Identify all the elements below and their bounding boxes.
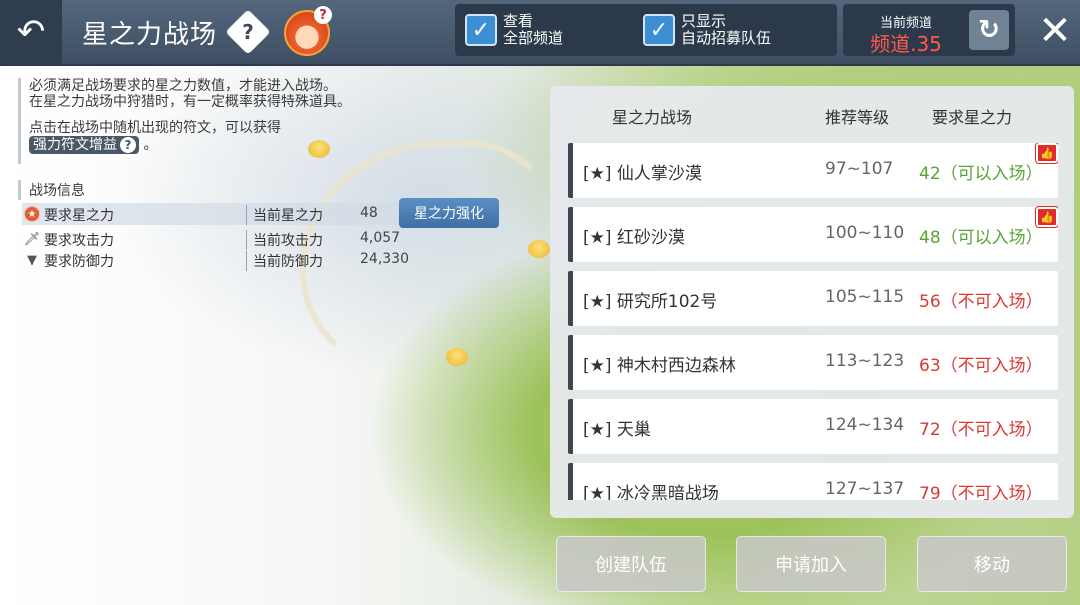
create-party-button[interactable]: 创建队伍 xyxy=(556,536,706,592)
battlefield-row[interactable]: [★] 仙人掌沙漠 97~107 42（可以入场） 👍 xyxy=(568,143,1058,198)
checkbox-checked-icon: ✓ xyxy=(643,14,675,46)
current-attack: 4,057 xyxy=(360,230,401,246)
help-icon[interactable]: ? xyxy=(225,9,271,55)
battlefield-row[interactable]: [★] 神木村西边森林 113~123 63（不可入场） xyxy=(568,335,1058,390)
battlefield-list[interactable]: [★] 仙人掌沙漠 97~107 42（可以入场） 👍 [★] 红砂沙漠 100… xyxy=(568,143,1058,500)
refresh-button[interactable]: ↻ xyxy=(969,10,1009,50)
sword-icon: 🗡 xyxy=(23,231,41,247)
channel-panel: 当前频道 频道.35 ↻ xyxy=(843,4,1015,56)
current-star-force: 48 xyxy=(360,205,378,221)
column-header-level: 推荐等级 xyxy=(825,108,890,127)
shield-icon: ▼ xyxy=(27,252,37,268)
help-icon: ? xyxy=(120,137,136,153)
description-line: 在星之力战场中狩猎时，有一定概率获得特殊道具。 xyxy=(29,94,351,110)
rune-buff-chip[interactable]: 强力符文增益? xyxy=(29,136,139,154)
map-node xyxy=(528,240,550,258)
apply-join-button[interactable]: 申请加入 xyxy=(736,536,886,592)
battlefield-row[interactable]: [★] 红砂沙漠 100~110 48（可以入场） 👍 xyxy=(568,207,1058,262)
star-force-enhance-button[interactable]: 星之力强化 xyxy=(399,198,499,228)
top-bar: ↶ 星之力战场 ? ✓ 查看 全部频道 ✓ 只显示 自动招募队伍 当前频道 频道… xyxy=(0,0,1080,66)
star-force-icon: ★ xyxy=(24,206,40,222)
battlefield-panel: 星之力战场 推荐等级 要求星之力 [★] 仙人掌沙漠 97~107 42（可以入… xyxy=(550,86,1074,518)
close-button[interactable]: ✕ xyxy=(1030,6,1080,56)
thumbs-up-icon: 👍 xyxy=(1036,207,1058,227)
back-arrow-icon: ↶ xyxy=(16,12,46,52)
battlefield-row[interactable]: [★] 冰冷黑暗战场 127~137 79（不可入场） xyxy=(568,463,1058,500)
battlefield-row[interactable]: [★] 研究所102号 105~115 56（不可入场） xyxy=(568,271,1058,326)
current-defense: 24,330 xyxy=(360,251,409,267)
thumbs-up-icon: 👍 xyxy=(1036,143,1058,163)
back-button[interactable]: ↶ xyxy=(0,0,62,64)
close-icon: ✕ xyxy=(1038,8,1072,54)
channel-value: 频道.35 xyxy=(870,32,942,56)
move-button[interactable]: 移动 xyxy=(917,536,1067,592)
filter-panel: ✓ 查看 全部频道 ✓ 只显示 自动招募队伍 xyxy=(455,4,837,56)
map-node xyxy=(446,348,468,366)
description-line: 必须满足战场要求的星之力数值，才能进入战场。 xyxy=(29,78,337,94)
info-row-defense: ▼ 要求防御力 当前防御力 24,330 xyxy=(22,249,409,271)
column-header-name: 星之力战场 xyxy=(612,108,693,127)
battlefield-row[interactable]: [★] 天巢 124~134 72（不可入场） xyxy=(568,399,1058,454)
column-header-req: 要求星之力 xyxy=(932,108,1013,127)
guide-avatar-icon[interactable] xyxy=(284,6,332,56)
refresh-icon: ↻ xyxy=(978,15,1000,45)
description-line: 点击在战场中随机出现的符文，可以获得 xyxy=(29,120,281,136)
info-row-attack: 🗡 要求攻击力 当前攻击力 4,057 xyxy=(23,230,401,250)
checkbox-checked-icon: ✓ xyxy=(465,14,497,46)
battle-info-title: 战场信息 xyxy=(18,180,85,200)
info-row-star-force: ★ 要求星之力 当前星之力 48 xyxy=(22,203,402,225)
description: 必须满足战场要求的星之力数值，才能进入战场。 在星之力战场中狩猎时，有一定概率获… xyxy=(18,78,488,164)
auto-recruit-only-checkbox[interactable]: ✓ 只显示 自动招募队伍 xyxy=(643,13,771,47)
show-all-channels-checkbox[interactable]: ✓ 查看 全部频道 xyxy=(465,13,563,47)
page-title: 星之力战场 xyxy=(82,20,218,50)
